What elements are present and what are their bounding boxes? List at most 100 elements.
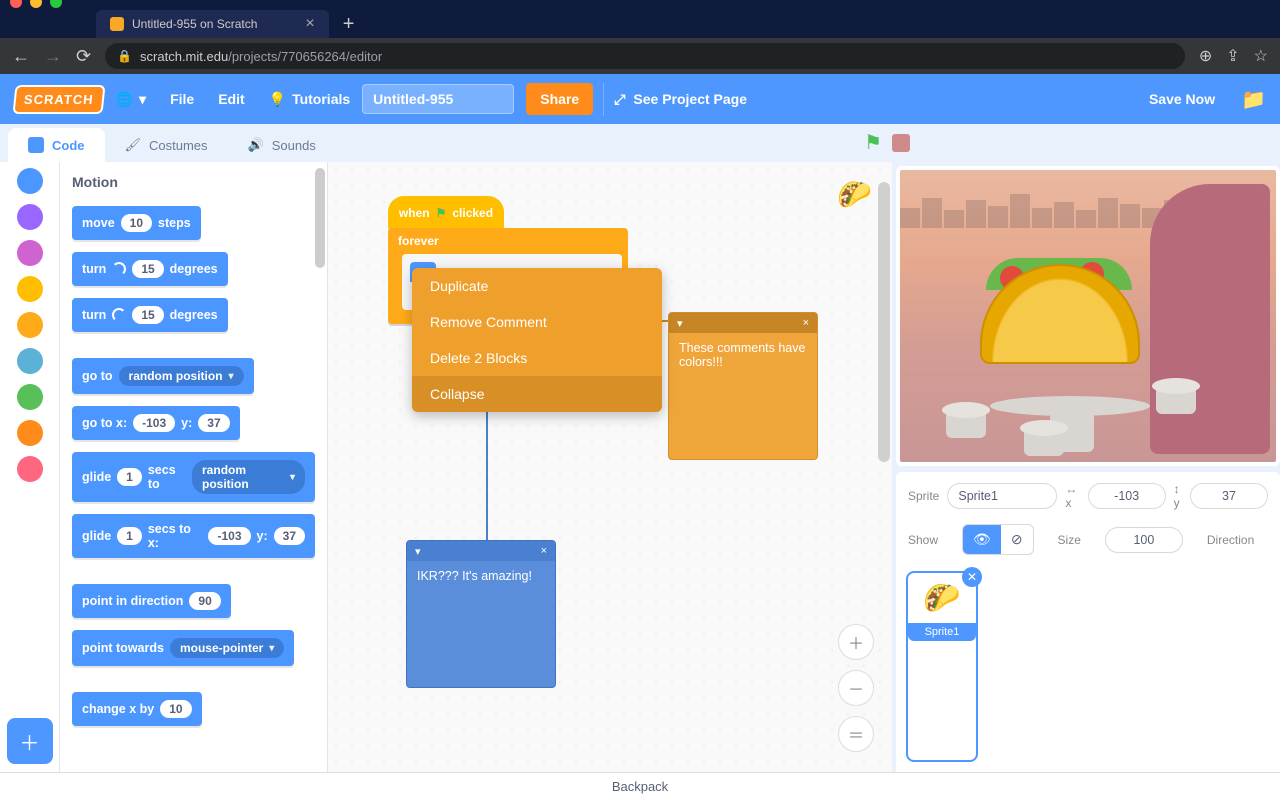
- block-move-steps[interactable]: move 10 steps: [72, 206, 201, 240]
- visibility-toggle[interactable]: 👁 ⊘: [962, 524, 1034, 555]
- collapse-icon[interactable]: ▾: [677, 317, 683, 330]
- see-project-page-button[interactable]: ⤢See Project Page: [603, 83, 757, 116]
- share-button[interactable]: Share: [526, 83, 593, 115]
- num-input[interactable]: 15: [132, 260, 163, 278]
- file-menu[interactable]: File: [158, 91, 206, 107]
- collapse-icon[interactable]: ▾: [415, 545, 421, 558]
- backpack-bar[interactable]: Backpack: [0, 772, 1280, 800]
- eye-icon[interactable]: 👁: [963, 525, 1001, 554]
- globe-icon: 🌐: [116, 91, 133, 108]
- ctx-collapse[interactable]: Collapse: [412, 376, 662, 412]
- scratch-logo[interactable]: SCRATCH: [12, 85, 105, 114]
- tab-close-icon[interactable]: ×: [305, 15, 314, 33]
- block-goto-xy[interactable]: go to x: -103 y: 37: [72, 406, 240, 440]
- block-point-towards[interactable]: point towards mouse-pointer: [72, 630, 294, 666]
- block-turn-ccw[interactable]: turn 15 degrees: [72, 298, 228, 332]
- ctx-remove-comment[interactable]: Remove Comment: [412, 304, 662, 340]
- sprite-size-input[interactable]: [1105, 527, 1183, 553]
- tab-sounds[interactable]: 🔊 Sounds: [228, 128, 336, 162]
- reload-button[interactable]: ⟳: [76, 46, 91, 67]
- num-input[interactable]: 37: [274, 527, 305, 545]
- block-palette[interactable]: Motion move 10 steps turn 15 degrees tur…: [60, 162, 328, 772]
- sprite-x-input[interactable]: [1088, 483, 1166, 509]
- block-glide-xy[interactable]: glide 1 secs to x: -103 y: 37: [72, 514, 315, 558]
- text: y: [1174, 496, 1180, 510]
- comment-titlebar[interactable]: ▾ ×: [407, 541, 555, 561]
- forward-button[interactable]: →: [44, 46, 62, 67]
- num-input[interactable]: 10: [121, 214, 152, 232]
- tutorials-button[interactable]: 💡Tutorials: [257, 91, 363, 108]
- num-input[interactable]: 15: [132, 306, 163, 324]
- browser-tab-active[interactable]: Untitled-955 on Scratch ×: [96, 10, 329, 38]
- zoom-icon[interactable]: ⊕: [1199, 46, 1212, 66]
- num-input[interactable]: 37: [198, 414, 229, 432]
- palette-scrollbar[interactable]: [315, 168, 325, 268]
- zoom-out-button[interactable]: －: [838, 670, 874, 706]
- tab-code[interactable]: Code: [8, 128, 105, 162]
- sprite-name-input[interactable]: [947, 483, 1057, 509]
- dropdown[interactable]: random position: [192, 460, 305, 494]
- num-input[interactable]: -103: [208, 527, 250, 545]
- tab-costumes[interactable]: 🖌 Costumes: [105, 128, 228, 162]
- traffic-max[interactable]: [50, 0, 62, 8]
- category-my-blocks[interactable]: [17, 456, 43, 482]
- category-variables[interactable]: [17, 420, 43, 446]
- delete-sprite-button[interactable]: ✕: [962, 567, 982, 587]
- block-glide-to[interactable]: glide 1 secs to random position: [72, 452, 315, 502]
- num-input[interactable]: -103: [133, 414, 175, 432]
- num-input[interactable]: 90: [189, 592, 220, 610]
- sprite-tile[interactable]: ✕ 🌮 Sprite1: [906, 571, 978, 762]
- block-change-x[interactable]: change x by 10: [72, 692, 202, 726]
- close-icon[interactable]: ×: [541, 545, 547, 557]
- add-extension-button[interactable]: ＋: [7, 718, 53, 764]
- edit-menu[interactable]: Edit: [206, 91, 256, 107]
- dropdown[interactable]: random position: [119, 366, 244, 386]
- stop-button[interactable]: [892, 134, 910, 152]
- close-icon[interactable]: ×: [803, 317, 809, 329]
- category-motion[interactable]: [17, 168, 43, 194]
- traffic-close[interactable]: [10, 0, 22, 8]
- block-turn-cw[interactable]: turn 15 degrees: [72, 252, 228, 286]
- block-when-flag-clicked[interactable]: when ⚑ clicked: [388, 196, 504, 230]
- zoom-in-button[interactable]: ＋: [838, 624, 874, 660]
- back-button[interactable]: ←: [12, 46, 30, 67]
- share-icon[interactable]: ⇪: [1226, 46, 1239, 66]
- category-sensing[interactable]: [17, 348, 43, 374]
- ctx-duplicate[interactable]: Duplicate: [412, 268, 662, 304]
- comment-text[interactable]: These comments have colors!!!: [679, 341, 805, 369]
- green-flag-button[interactable]: ⚑: [864, 130, 882, 155]
- num-input[interactable]: 1: [117, 527, 142, 545]
- workspace-scrollbar[interactable]: [878, 182, 890, 462]
- x-label: ↔ x: [1065, 482, 1079, 510]
- save-now-button[interactable]: Save Now: [1137, 91, 1227, 107]
- num-input[interactable]: 1: [117, 468, 142, 486]
- bookmark-icon[interactable]: ☆: [1254, 46, 1268, 66]
- block-goto[interactable]: go to random position: [72, 358, 254, 394]
- address-bar[interactable]: 🔒 scratch.mit.edu/projects/770656264/edi…: [105, 43, 1185, 69]
- ctx-delete-2-blocks[interactable]: Delete 2 Blocks: [412, 340, 662, 376]
- traffic-min[interactable]: [30, 0, 42, 8]
- category-control[interactable]: [17, 312, 43, 338]
- block-comment-blue[interactable]: ▾ × IKR??? It's amazing!: [406, 540, 556, 688]
- category-looks[interactable]: [17, 204, 43, 230]
- block-point-direction[interactable]: point in direction 90: [72, 584, 231, 618]
- mystuff-icon[interactable]: 📁: [1241, 87, 1266, 112]
- num-input[interactable]: 10: [160, 700, 191, 718]
- category-sound[interactable]: [17, 240, 43, 266]
- project-title-input[interactable]: Untitled-955: [362, 84, 514, 114]
- comment-text[interactable]: IKR??? It's amazing!: [417, 569, 532, 583]
- zoom-reset-button[interactable]: ＝: [838, 716, 874, 752]
- category-operators[interactable]: [17, 384, 43, 410]
- comment-titlebar[interactable]: ▾ ×: [669, 313, 817, 333]
- language-menu[interactable]: 🌐▾: [104, 91, 158, 108]
- new-tab-button[interactable]: +: [343, 13, 355, 36]
- block-comment-orange[interactable]: ▾ × These comments have colors!!!: [668, 312, 818, 460]
- script-workspace[interactable]: 🌮 when ⚑ clicked forever n ▾ × These com…: [328, 162, 892, 772]
- eye-off-icon[interactable]: ⊘: [1001, 525, 1033, 554]
- dropdown[interactable]: mouse-pointer: [170, 638, 284, 658]
- editor-tabs: Code 🖌 Costumes 🔊 Sounds ⚑: [0, 124, 1280, 162]
- sprite-y-input[interactable]: [1190, 483, 1268, 509]
- block-context-menu: DuplicateRemove CommentDelete 2 BlocksCo…: [412, 268, 662, 412]
- category-events[interactable]: [17, 276, 43, 302]
- stage-preview[interactable]: 🌲: [896, 166, 1280, 466]
